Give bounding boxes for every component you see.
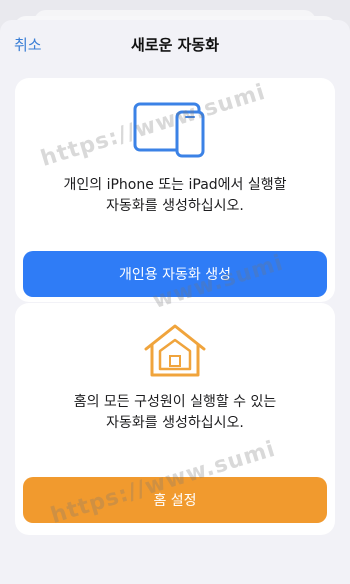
home-automation-card: 홈의 모든 구성원이 실행할 수 있는 자동화를 생성하십시오. 홈 설정 bbox=[15, 303, 335, 535]
personal-description-text: 개인의 iPhone 또는 iPad에서 실행할 자동화를 생성하십시오. bbox=[63, 177, 287, 214]
home-description: 홈의 모든 구성원이 실행할 수 있는 자동화를 생성하십시오. bbox=[25, 392, 325, 434]
create-personal-automation-label: 개인용 자동화 생성 bbox=[119, 267, 231, 283]
home-description-text: 홈의 모든 구성원이 실행할 수 있는 자동화를 생성하십시오. bbox=[73, 394, 277, 431]
devices-icon bbox=[15, 100, 335, 160]
create-personal-automation-button[interactable]: 개인용 자동화 생성 bbox=[23, 251, 327, 297]
page-title: 새로운 자동화 bbox=[130, 36, 220, 54]
nav-bar: 취소 새로운 자동화 bbox=[0, 20, 350, 70]
home-icon bbox=[15, 321, 335, 379]
personal-automation-card: 개인의 iPhone 또는 iPad에서 실행할 자동화를 생성하십시오. 개인… bbox=[15, 78, 335, 302]
screen: 취소 새로운 자동화 개인의 iPhone 또는 iPad에서 실행할 자동화를… bbox=[0, 0, 350, 584]
home-settings-button[interactable]: 홈 설정 bbox=[23, 477, 327, 523]
personal-description: 개인의 iPhone 또는 iPad에서 실행할 자동화를 생성하십시오. bbox=[25, 175, 325, 217]
home-settings-label: 홈 설정 bbox=[153, 493, 197, 509]
